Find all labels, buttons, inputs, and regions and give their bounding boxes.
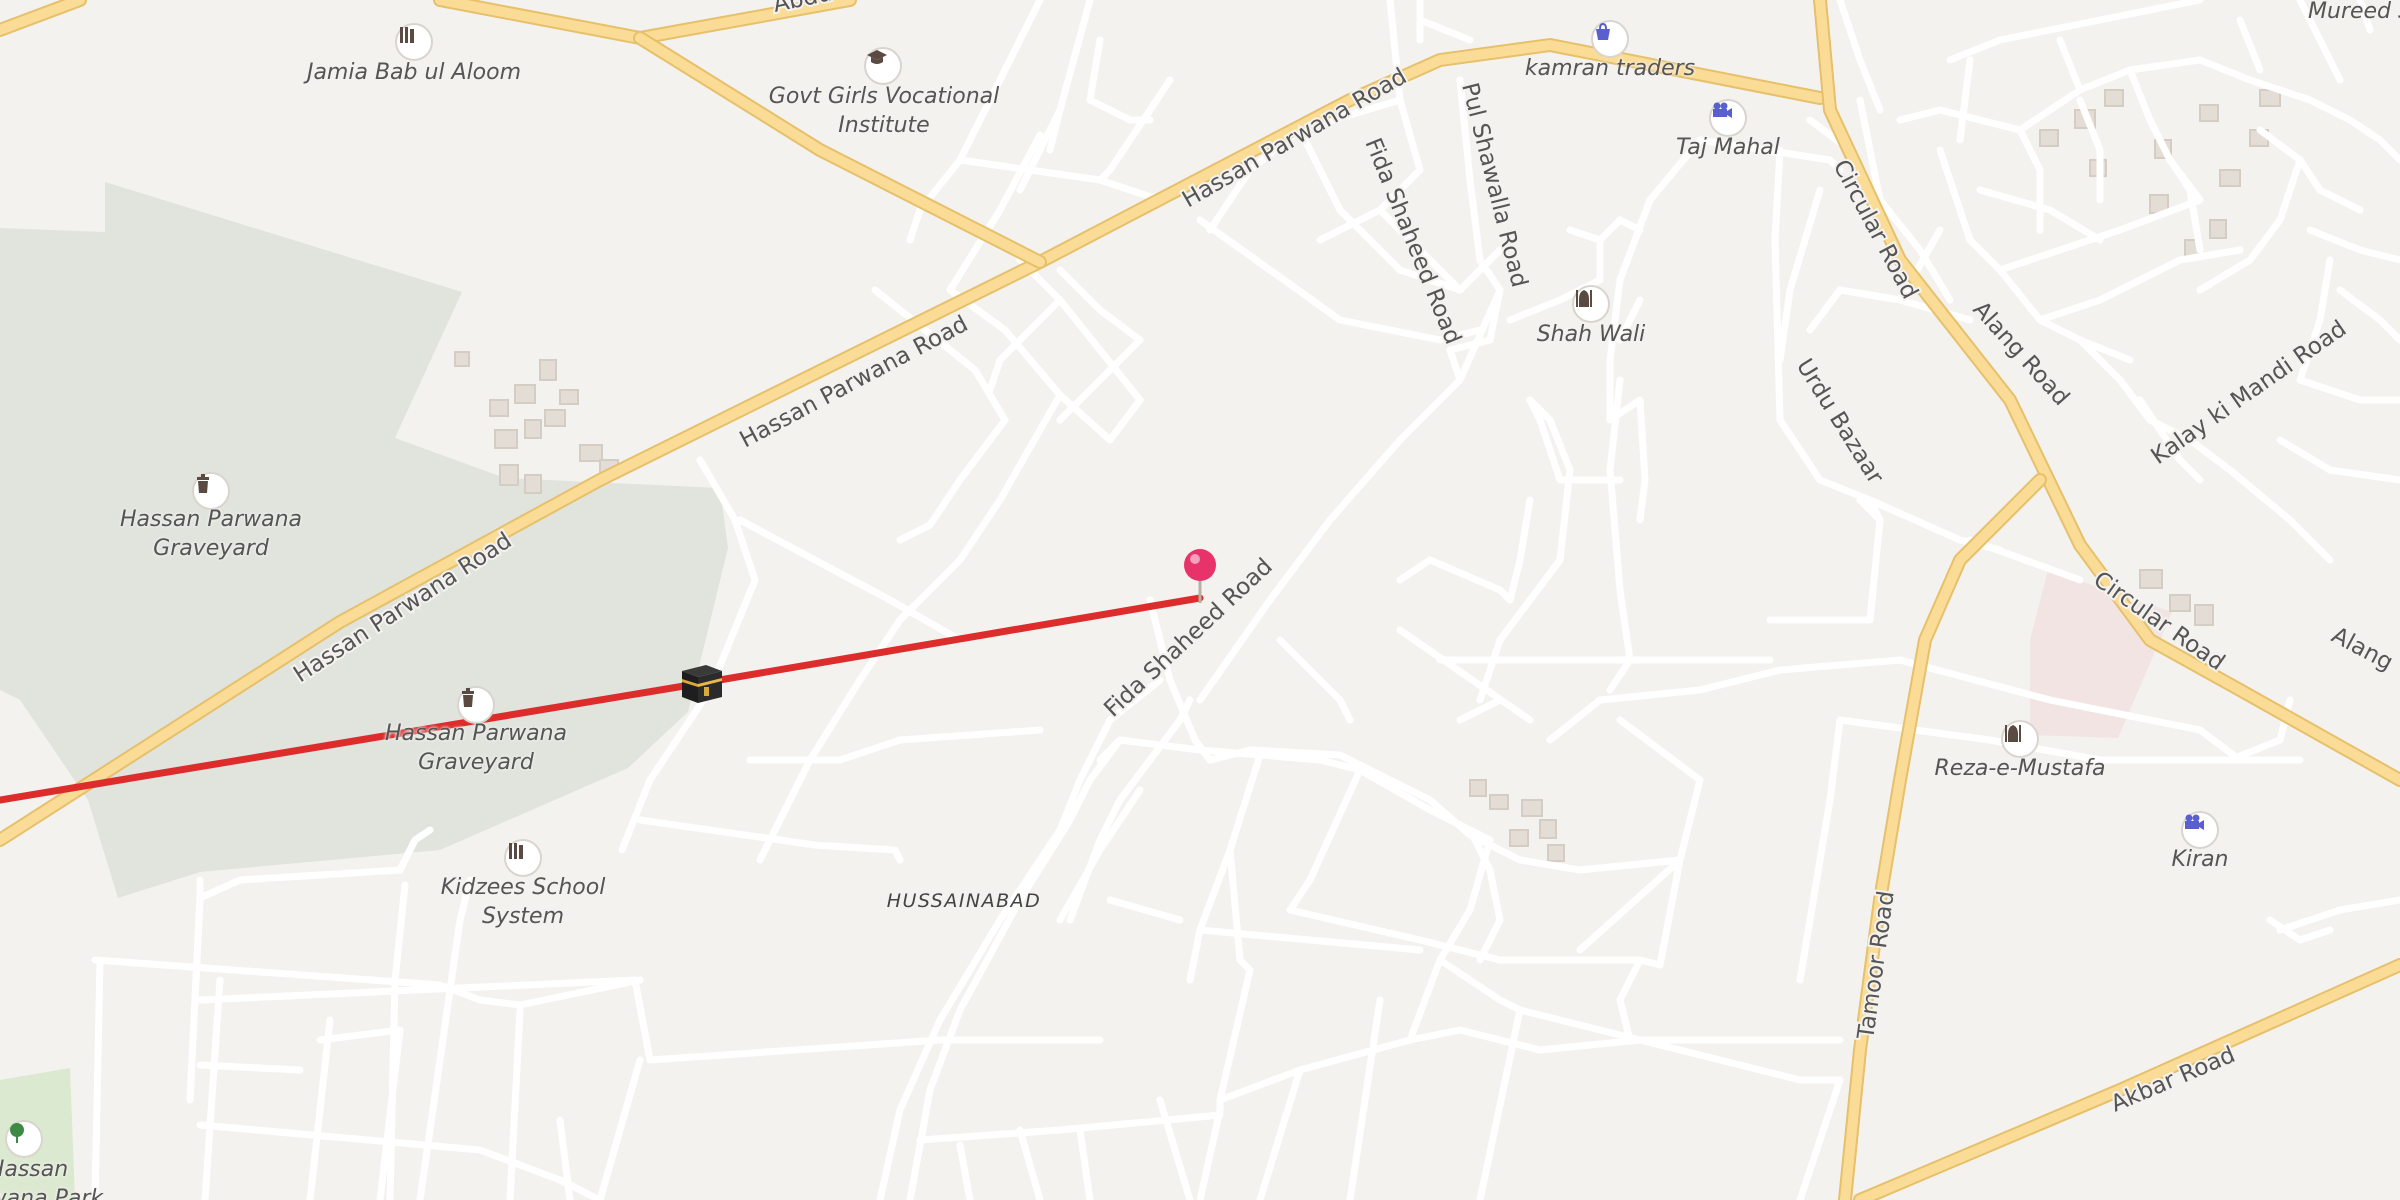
map-canvas[interactable]: Hassan Parwana Road Hassan Parwana Road … xyxy=(0,0,2400,1200)
area-label-hussainabad: HUSSAINABAD xyxy=(886,890,1042,912)
tree-icon[interactable] xyxy=(5,1120,43,1158)
place-label-hassan-park[interactable]: Hassan Parwana Park xyxy=(0,1155,103,1200)
mosque-icon[interactable] xyxy=(2001,720,2039,758)
road-label-tamoor: Tamoor Road xyxy=(1853,889,1900,1042)
place-label-govt-girls[interactable]: Govt Girls Vocational Institute xyxy=(769,82,999,140)
road-label-hassan-parwana-2: Hassan Parwana Road xyxy=(736,311,973,453)
place-label-reza[interactable]: Reza-e-Mustafa xyxy=(1935,754,2106,783)
place-label-graveyard-2[interactable]: Hassan Parwana Graveyard xyxy=(385,719,567,777)
place-label-shah-wali[interactable]: Shah Wali xyxy=(1537,320,1646,349)
road-label-kalay-ki-mandi: Kalay ki Mandi Road xyxy=(2147,316,2352,470)
road-label-urdu-bazaar: Urdu Bazaar xyxy=(1791,354,1889,489)
graduation-cap-icon[interactable] xyxy=(864,47,902,85)
place-label-graveyard-1[interactable]: Hassan Parwana Graveyard xyxy=(120,505,302,563)
shopping-bag-icon[interactable] xyxy=(1591,20,1629,58)
place-label-kidzees[interactable]: Kidzees School System xyxy=(441,873,606,931)
place-label-mureed[interactable]: Mureed S xyxy=(2308,0,2400,26)
mosque-icon[interactable] xyxy=(1572,285,1610,323)
graveyard-park-area xyxy=(0,182,728,898)
kaaba-icon[interactable] xyxy=(676,657,728,709)
place-label-kiran[interactable]: Kiran xyxy=(2171,845,2228,874)
school-icon[interactable] xyxy=(504,839,542,877)
place-label-jamia[interactable]: Jamia Bab ul Aloom xyxy=(307,58,521,87)
school-icon[interactable] xyxy=(395,23,433,61)
place-label-kamran[interactable]: kamran traders xyxy=(1525,54,1695,83)
place-label-taj-mahal[interactable]: Taj Mahal xyxy=(1676,133,1780,162)
cinema-icon[interactable] xyxy=(2181,811,2219,849)
road-label-alang-2: Alang xyxy=(2327,622,2397,676)
cinema-icon[interactable] xyxy=(1709,99,1747,137)
